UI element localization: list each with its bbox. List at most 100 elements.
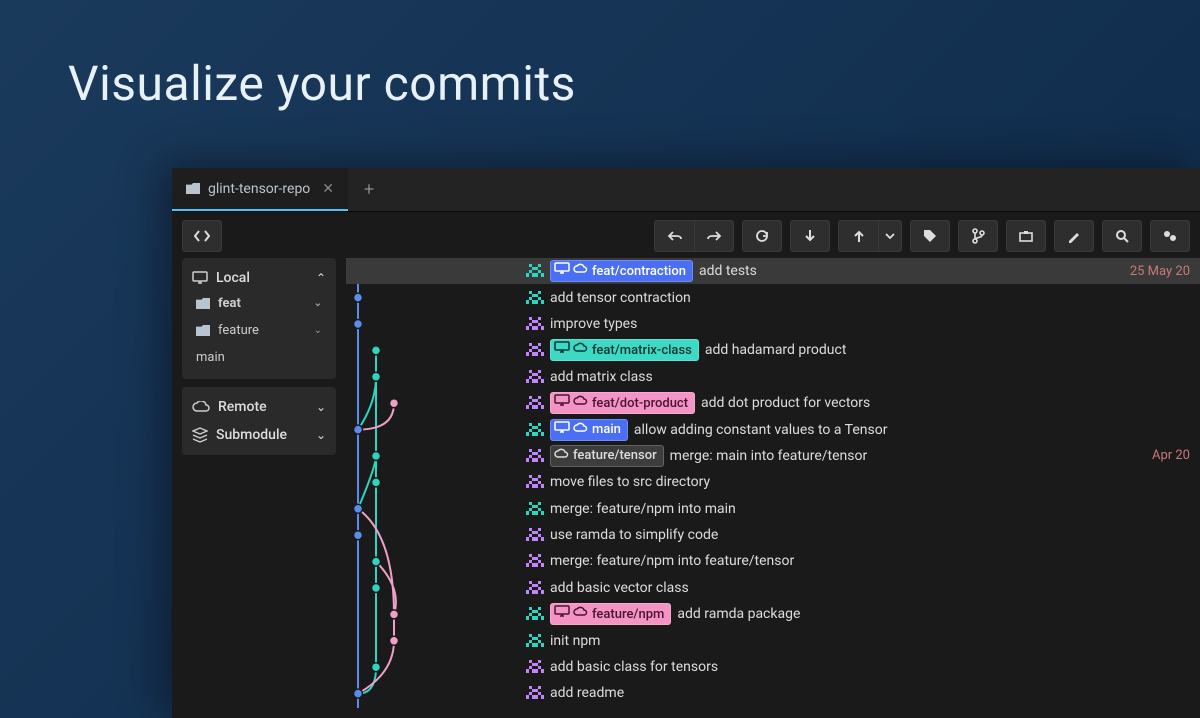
author-avatar xyxy=(526,632,544,650)
branch-name: feature/npm xyxy=(592,607,664,622)
commit-row[interactable]: add basic class for tensors xyxy=(346,654,1200,680)
author-avatar xyxy=(526,526,544,544)
commit-row[interactable]: add basic vector class xyxy=(346,575,1200,601)
author-avatar xyxy=(526,473,544,491)
commit-row[interactable]: add readme xyxy=(346,680,1200,706)
cloud-icon xyxy=(573,421,589,439)
commit-row[interactable]: move files to src directory xyxy=(346,469,1200,495)
author-avatar xyxy=(526,289,544,307)
local-header[interactable]: Local ⌃ xyxy=(192,266,326,290)
commit-row[interactable]: merge: feature/npm into feature/tensor xyxy=(346,548,1200,574)
commit-message: add matrix class xyxy=(550,369,1200,385)
repo-tab[interactable]: glint-tensor-repo ✕ xyxy=(172,168,348,211)
author-avatar xyxy=(526,658,544,676)
cloud-icon xyxy=(573,341,589,359)
author-avatar xyxy=(526,500,544,518)
commit-row[interactable]: feature/npm add ramda package xyxy=(346,601,1200,627)
commit-message: use ramda to simplify code xyxy=(550,527,1200,543)
commit-row[interactable]: init npm xyxy=(346,627,1200,653)
commit-row[interactable]: feature/tensor merge: main into feature/t… xyxy=(346,443,1200,469)
edit-button[interactable] xyxy=(1054,220,1094,252)
sidebar-item-main[interactable]: main xyxy=(192,344,326,371)
chevron-down-icon: ⌄ xyxy=(314,325,322,336)
commit-message: add basic vector class xyxy=(550,580,1200,596)
commit-message: add dot product for vectors xyxy=(701,395,1200,411)
stash-button[interactable] xyxy=(1006,220,1046,252)
monitor-icon xyxy=(192,271,208,285)
toolbar xyxy=(172,212,1200,258)
author-avatar xyxy=(526,447,544,465)
undo-button[interactable] xyxy=(654,220,694,252)
commit-message: merge: main into feature/tensor xyxy=(670,448,1200,464)
remote-label: Remote xyxy=(218,399,267,415)
folder-icon xyxy=(196,298,210,309)
commit-row[interactable]: feat/contraction add tests25 May 20 xyxy=(346,258,1200,284)
app-window: glint-tensor-repo ✕ + xyxy=(172,168,1200,718)
push-dropdown-button[interactable] xyxy=(878,220,902,252)
commit-message: allow adding constant values to a Tensor xyxy=(634,422,1200,438)
sidebar-item-feature[interactable]: feature⌄ xyxy=(192,317,326,344)
branch-badge[interactable]: feat/matrix-class xyxy=(550,339,699,361)
push-button[interactable] xyxy=(838,220,878,252)
commit-row[interactable]: main allow adding constant values to a Te… xyxy=(346,416,1200,442)
branch-badge[interactable]: feat/dot-product xyxy=(550,392,695,414)
branch-badge[interactable]: main xyxy=(550,419,628,441)
commit-message: init npm xyxy=(550,633,1200,649)
branch-badge[interactable]: feat/contraction xyxy=(550,260,693,282)
cloud-icon xyxy=(573,394,589,412)
submodule-header[interactable]: Submodule ⌄ xyxy=(192,423,326,447)
commit-row[interactable]: add tensor contraction xyxy=(346,284,1200,310)
commit-row[interactable]: add matrix class xyxy=(346,364,1200,390)
author-avatar xyxy=(526,552,544,570)
commit-message: improve types xyxy=(550,316,1200,332)
author-avatar xyxy=(526,368,544,386)
pull-button[interactable] xyxy=(790,220,830,252)
commit-date: 25 May 20 xyxy=(1130,264,1190,279)
commit-message: add ramda package xyxy=(677,606,1200,622)
layers-icon xyxy=(192,427,208,443)
collapse-sidebar-button[interactable] xyxy=(182,220,222,252)
commit-row[interactable]: improve types xyxy=(346,311,1200,337)
commit-graph: feat/contraction add tests25 May 20 add te… xyxy=(346,258,1200,718)
monitor-icon xyxy=(554,421,570,439)
branch-button[interactable] xyxy=(958,220,998,252)
monitor-icon xyxy=(554,605,570,623)
settings-button[interactable] xyxy=(1150,220,1190,252)
commit-row[interactable]: feat/dot-product add dot product for vect… xyxy=(346,390,1200,416)
author-avatar xyxy=(526,394,544,412)
remote-panel: Remote ⌄ Submodule ⌄ xyxy=(182,387,336,455)
sidebar: Local ⌃ feat⌄feature⌄main Remote ⌄ Submo… xyxy=(172,258,346,718)
hero-title: Visualize your commits xyxy=(0,0,1200,112)
author-avatar xyxy=(526,421,544,439)
local-panel: Local ⌃ feat⌄feature⌄main xyxy=(182,258,336,379)
tag-button[interactable] xyxy=(910,220,950,252)
close-icon[interactable]: ✕ xyxy=(322,181,334,197)
branch-badge[interactable]: feature/tensor xyxy=(550,445,664,467)
monitor-icon xyxy=(554,394,570,412)
folder-icon xyxy=(186,183,200,194)
tab-bar: glint-tensor-repo ✕ + xyxy=(172,168,1200,212)
sidebar-item-feat[interactable]: feat⌄ xyxy=(192,290,326,317)
chevron-down-icon: ⌄ xyxy=(314,298,322,309)
branch-badge[interactable]: feature/npm xyxy=(550,603,671,625)
tab-label: glint-tensor-repo xyxy=(208,181,310,197)
folder-icon xyxy=(196,325,210,336)
branch-name: main xyxy=(592,422,621,437)
add-tab-button[interactable]: + xyxy=(348,179,390,200)
branch-name: feature/tensor xyxy=(573,448,657,463)
cloud-icon xyxy=(554,447,570,465)
commit-row[interactable]: feat/matrix-classadd hadamard product xyxy=(346,337,1200,363)
monitor-icon xyxy=(554,262,570,280)
commit-message: add tests xyxy=(699,263,1200,279)
branch-name: feat/matrix-class xyxy=(592,343,692,358)
commit-message: add basic class for tensors xyxy=(550,659,1200,675)
search-button[interactable] xyxy=(1102,220,1142,252)
redo-button[interactable] xyxy=(694,220,734,252)
remote-header[interactable]: Remote ⌄ xyxy=(192,395,326,419)
chevron-down-icon: ⌄ xyxy=(316,400,326,414)
commit-message: add tensor contraction xyxy=(550,290,1200,306)
author-avatar xyxy=(526,605,544,623)
refresh-button[interactable] xyxy=(742,220,782,252)
commit-row[interactable]: merge: feature/npm into main xyxy=(346,496,1200,522)
commit-row[interactable]: use ramda to simplify code xyxy=(346,522,1200,548)
